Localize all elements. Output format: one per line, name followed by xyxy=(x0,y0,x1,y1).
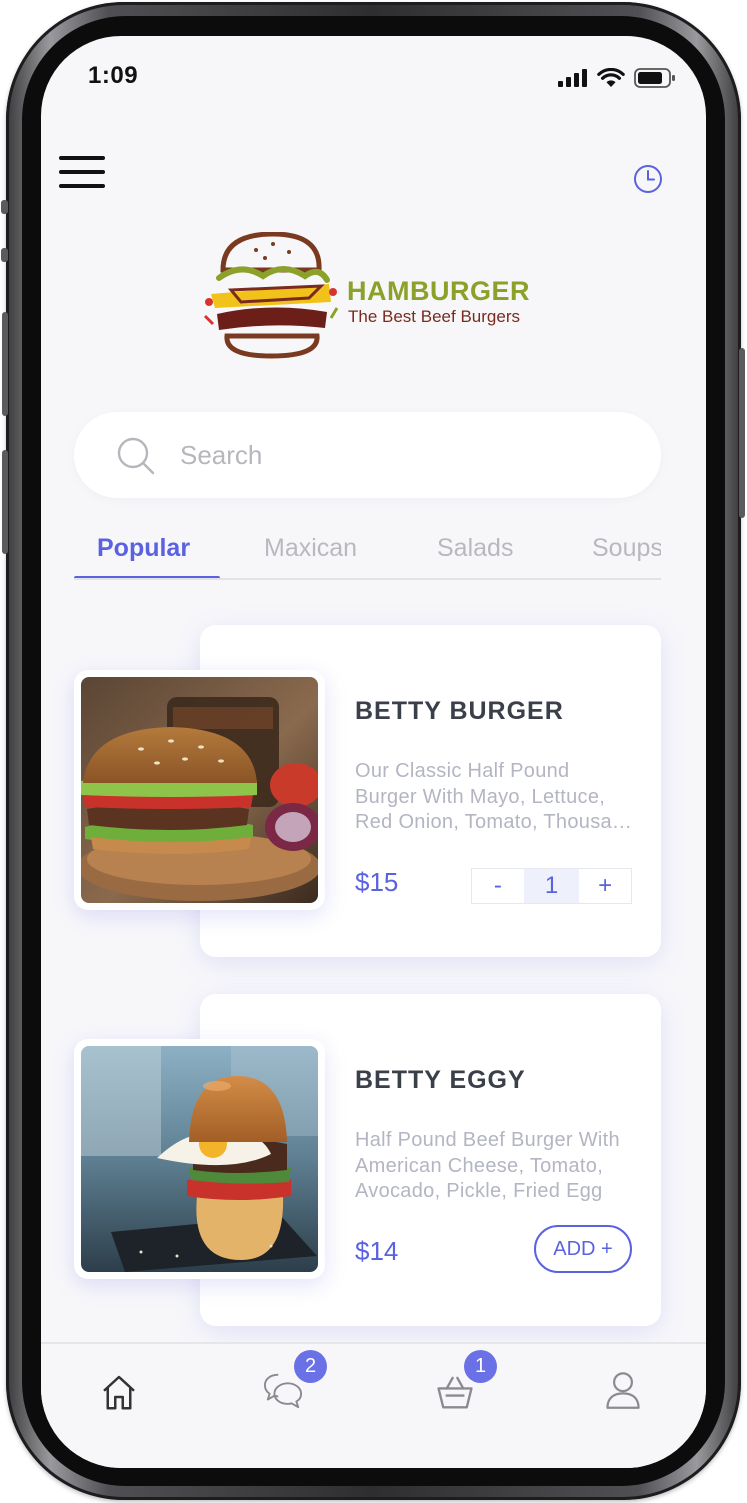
item-price: $15 xyxy=(355,867,399,897)
side-button-mute-2 xyxy=(1,248,8,262)
search-icon xyxy=(117,437,155,475)
wifi-icon xyxy=(597,68,625,87)
item-name: BETTY EGGY xyxy=(355,1066,526,1094)
brand-title: HAMBURGER xyxy=(347,276,530,306)
add-to-cart-button[interactable]: ADD + xyxy=(534,1225,632,1273)
burger-photo xyxy=(81,1046,318,1272)
status-bar: 1:09 xyxy=(41,36,706,116)
side-button-power xyxy=(739,348,745,518)
tab-soups[interactable]: Soups xyxy=(592,534,661,563)
side-button-mute xyxy=(1,200,8,214)
home-icon[interactable] xyxy=(99,1372,139,1412)
item-price: $14 xyxy=(355,1236,399,1266)
quantity-stepper: - 1 + xyxy=(471,868,632,904)
basket-badge: 1 xyxy=(464,1350,497,1383)
cellular-signal-icon xyxy=(558,69,587,87)
tab-popular[interactable]: Popular xyxy=(97,534,190,563)
user-icon[interactable] xyxy=(603,1370,643,1410)
tab-salads[interactable]: Salads xyxy=(437,534,513,563)
search-bar[interactable] xyxy=(74,412,661,498)
bottom-navigation: 2 1 xyxy=(41,1342,706,1468)
item-description: Our Classic Half Pound Burger With Mayo,… xyxy=(355,760,635,833)
item-image-frame[interactable] xyxy=(74,670,325,910)
item-image-frame[interactable] xyxy=(74,1039,325,1279)
increment-button[interactable]: + xyxy=(579,869,631,903)
brand-logo: HAMBURGER The Best Beef Burgers xyxy=(201,232,541,360)
burger-photo xyxy=(81,677,318,903)
chat-badge: 2 xyxy=(294,1350,327,1383)
item-description: Half Pound Beef Burger With American Che… xyxy=(355,1129,620,1202)
item-name: BETTY BURGER xyxy=(355,697,564,725)
active-tab-indicator xyxy=(74,576,220,578)
clock-icon[interactable] xyxy=(633,164,663,194)
category-tabs: Popular Maxican Salads Soups xyxy=(74,530,661,580)
status-icons xyxy=(558,68,676,88)
side-button-volume-up xyxy=(2,312,8,416)
status-time: 1:09 xyxy=(88,62,139,89)
quantity-value: 1 xyxy=(523,869,580,903)
search-input[interactable] xyxy=(180,434,620,476)
battery-icon xyxy=(634,68,675,88)
tab-maxican[interactable]: Maxican xyxy=(264,534,357,563)
hamburger-menu-icon[interactable] xyxy=(59,154,107,190)
brand-subtitle: The Best Beef Burgers xyxy=(348,307,520,326)
app-screen: 1:09 HAMBURGER The Best Beef Burgers Sea… xyxy=(41,36,706,1468)
burger-logo-icon xyxy=(203,232,339,359)
decrement-button[interactable]: - xyxy=(472,869,524,903)
side-button-volume-down xyxy=(2,450,8,554)
